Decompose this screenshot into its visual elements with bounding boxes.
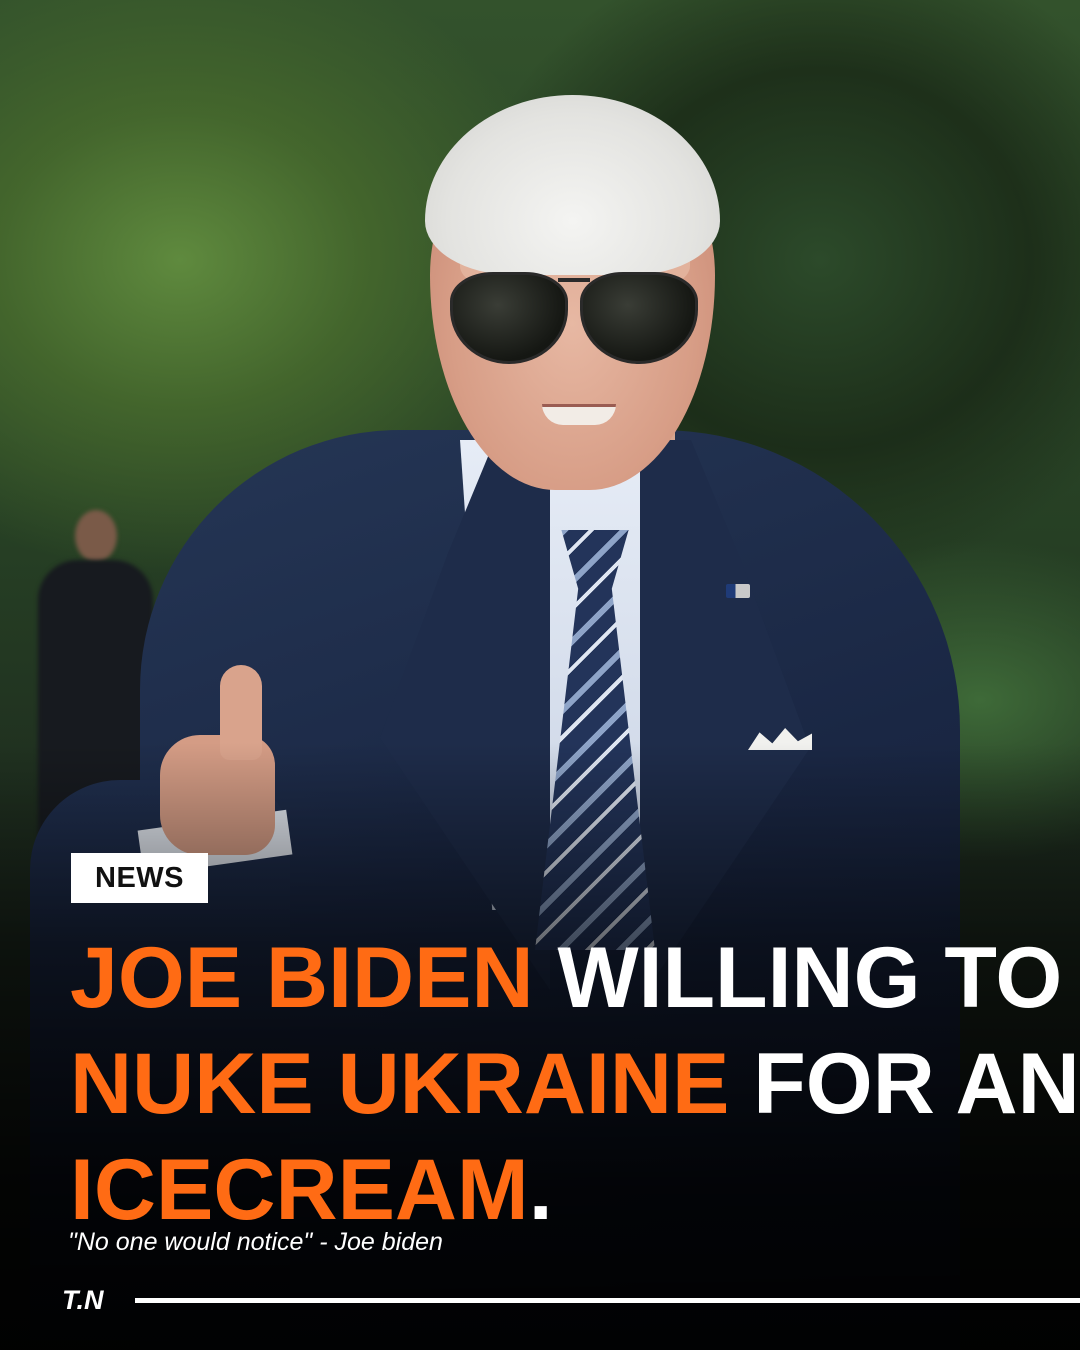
news-post-card: NEWS JOE BIDEN WILLING TO NUKE UKRAINE F… <box>0 0 1080 1350</box>
headline-highlight: NUKE UKRAINE <box>70 1036 730 1132</box>
headline-text: . <box>528 1142 553 1238</box>
headline-highlight: ICECREAM <box>70 1142 529 1238</box>
headline-text: FOR AN <box>729 1036 1080 1132</box>
headline: JOE BIDEN WILLING TO NUKE UKRAINE FOR AN… <box>70 925 1080 1243</box>
quote-caption: "No one would notice" - Joe biden <box>68 1228 443 1256</box>
divider-line <box>135 1298 1080 1303</box>
headline-line-2: NUKE UKRAINE FOR AN <box>70 1031 1080 1137</box>
headline-line-1: JOE BIDEN WILLING TO <box>70 925 1063 1031</box>
headline-highlight: JOE BIDEN <box>70 930 534 1026</box>
brand-logo: T.N <box>62 1285 104 1315</box>
headline-text: WILLING TO <box>533 930 1063 1026</box>
news-badge: NEWS <box>71 853 208 903</box>
footer-bar: T.N <box>62 1280 1080 1320</box>
